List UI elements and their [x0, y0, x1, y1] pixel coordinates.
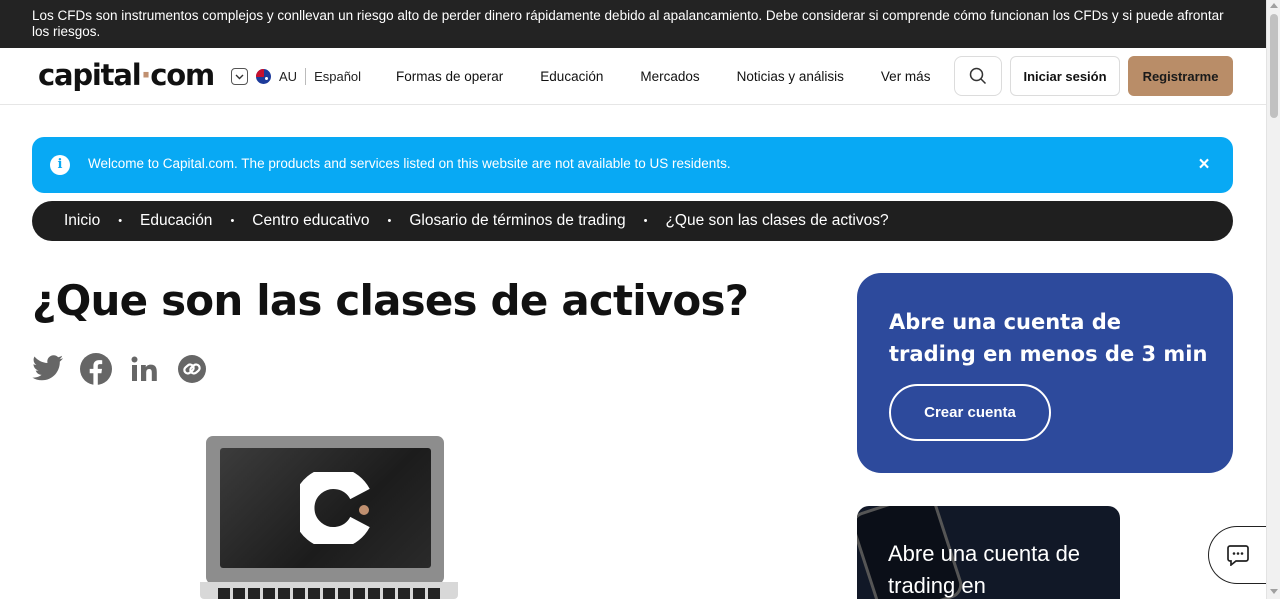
- app-card-heading: Abre una cuenta de trading en: [888, 541, 1081, 598]
- laptop-screen: [220, 448, 431, 568]
- breadcrumb: Inicio • Educación • Centro educativo • …: [32, 201, 1233, 241]
- alert-message: Welcome to Capital.com. The products and…: [88, 156, 731, 171]
- twitter-icon[interactable]: [32, 353, 64, 385]
- breadcrumb-separator: •: [387, 215, 392, 227]
- language-label[interactable]: Español: [314, 69, 361, 84]
- info-alert: i Welcome to Capital.com. The products a…: [32, 137, 1233, 193]
- scroll-down-arrow-icon[interactable]: [1270, 589, 1278, 594]
- search-button[interactable]: [954, 56, 1002, 96]
- breadcrumb-educacion[interactable]: Educación: [140, 212, 212, 230]
- capital-com-logo[interactable]: capital·com: [38, 58, 215, 92]
- open-account-promo: Abre una cuenta de trading en menos de 3…: [857, 273, 1233, 473]
- share-buttons: [32, 353, 224, 385]
- signup-button[interactable]: Registrarme: [1128, 56, 1233, 96]
- chat-button[interactable]: [1208, 526, 1266, 584]
- nav-formas-de-operar[interactable]: Formas de operar: [396, 69, 503, 84]
- chevron-down-icon[interactable]: [231, 68, 248, 85]
- scroll-up-arrow-icon[interactable]: [1270, 3, 1278, 8]
- app-promo-card[interactable]: Abre una cuenta de trading en: [857, 506, 1120, 599]
- breadcrumb-glosario[interactable]: Glosario de términos de trading: [409, 212, 625, 230]
- page-scrollbar[interactable]: [1266, 0, 1280, 599]
- divider: [305, 68, 307, 85]
- breadcrumb-separator: •: [118, 215, 123, 227]
- laptop-keyboard: [218, 588, 440, 599]
- scroll-thumb[interactable]: [1270, 14, 1278, 118]
- copy-link-icon[interactable]: [176, 353, 208, 385]
- nav-mercados[interactable]: Mercados: [640, 69, 699, 84]
- site-header: capital·com AU Español Formas de operar …: [0, 48, 1266, 105]
- chat-icon: [1226, 545, 1249, 566]
- linkedin-icon[interactable]: [128, 353, 160, 385]
- page-title: ¿Que son las clases de activos?: [32, 276, 749, 325]
- breadcrumb-separator: •: [230, 215, 235, 227]
- region-code: AU: [279, 69, 298, 84]
- login-button[interactable]: Iniciar sesión: [1010, 56, 1120, 96]
- nav-educacion[interactable]: Educación: [540, 69, 603, 84]
- breadcrumb-centro-educativo[interactable]: Centro educativo: [252, 212, 369, 230]
- create-account-button[interactable]: Crear cuenta: [889, 384, 1051, 441]
- nav-noticias-analisis[interactable]: Noticias y análisis: [737, 69, 844, 84]
- breadcrumb-separator: •: [643, 215, 648, 227]
- laptop-lid: [206, 436, 444, 584]
- risk-warning-banner: Los CFDs son instrumentos complejos y co…: [0, 0, 1266, 48]
- capital-logo-icon: [300, 472, 370, 544]
- nav-ver-mas[interactable]: Ver más: [881, 69, 931, 84]
- search-icon: [969, 67, 987, 85]
- breadcrumb-inicio[interactable]: Inicio: [64, 212, 100, 230]
- region-language-selector[interactable]: AU Español: [231, 68, 361, 85]
- info-icon: i: [50, 155, 70, 175]
- close-icon[interactable]: ×: [1192, 154, 1216, 176]
- laptop-illustration: [200, 434, 460, 599]
- facebook-icon[interactable]: [80, 353, 112, 385]
- main-nav: Formas de operar Educación Mercados Noti…: [396, 69, 967, 84]
- risk-warning-text: Los CFDs son instrumentos complejos y co…: [32, 8, 1224, 39]
- breadcrumb-current: ¿Que son las clases de activos?: [665, 212, 889, 229]
- promo-heading: Abre una cuenta de trading en menos de 3…: [889, 310, 1208, 366]
- australia-flag-icon: [256, 69, 271, 84]
